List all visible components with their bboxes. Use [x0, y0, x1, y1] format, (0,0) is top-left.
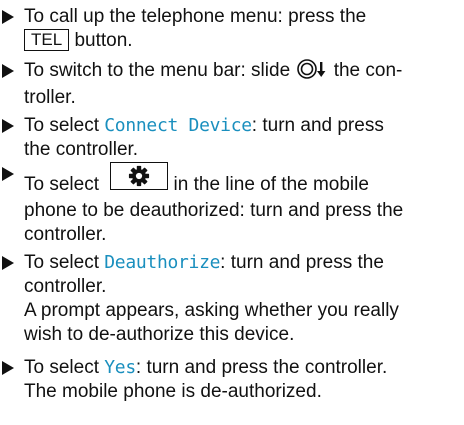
step-text: To select: [24, 174, 99, 196]
menu-item-connect-device: Connect Device: [104, 115, 252, 136]
step-text: the con-: [333, 60, 403, 81]
step-text: : turn and press: [251, 115, 384, 136]
instruction-list: To call up the telephone menu: press the…: [0, 0, 464, 425]
settings-button: [110, 162, 169, 190]
step-text: : turn and press the: [220, 252, 384, 273]
gear-icon: [129, 165, 150, 187]
bullet-icon: [2, 167, 14, 181]
step-result-text: The mobile phone is de-authorized.: [24, 381, 322, 402]
step-text: the controller.: [24, 139, 139, 160]
menu-item-deauthorize: Deauthorize: [104, 252, 221, 273]
bullet-icon: [2, 119, 14, 133]
bullet-icon: [2, 361, 14, 375]
tel-key: TEL: [24, 29, 70, 51]
step-call-telephone-menu: To call up the telephone menu: press the…: [0, 5, 458, 53]
step-text: controller.: [24, 224, 107, 245]
step-text: phone to be deauthorized: turn and press…: [24, 200, 404, 221]
step-result-text: wish to de-authorize this device.: [24, 324, 295, 345]
step-text: in the line of the mobile: [173, 174, 369, 196]
step-text: To switch to the menu bar: slide: [24, 60, 291, 81]
step-result-text: A prompt appears, asking whether you rea…: [24, 300, 399, 321]
step-select-deauthorize: To select Deauthorize: turn and press th…: [0, 251, 458, 347]
bullet-icon: [2, 64, 14, 78]
bullet-icon: [2, 256, 14, 270]
step-select-connect-device: To select Connect Device: turn and press…: [0, 114, 458, 162]
step-text: To select: [24, 357, 99, 378]
step-select-settings: To select in the line of the mobile phon: [0, 162, 458, 247]
step-text: To call up the telephone menu: press the: [24, 6, 367, 27]
step-switch-menu-bar: To switch to the menu bar: slide the con…: [0, 59, 458, 110]
menu-item-yes: Yes: [104, 357, 136, 378]
step-text: controller.: [24, 276, 107, 297]
step-select-yes: To select Yes: turn and press the contro…: [0, 356, 458, 404]
step-text: troller.: [24, 87, 76, 108]
bullet-icon: [2, 10, 14, 24]
step-text: : turn and press the controller.: [135, 357, 388, 378]
step-text: To select: [24, 115, 99, 136]
step-text: button.: [74, 30, 133, 51]
step-text: To select: [24, 252, 99, 273]
controller-slide-down-icon: [297, 59, 327, 86]
